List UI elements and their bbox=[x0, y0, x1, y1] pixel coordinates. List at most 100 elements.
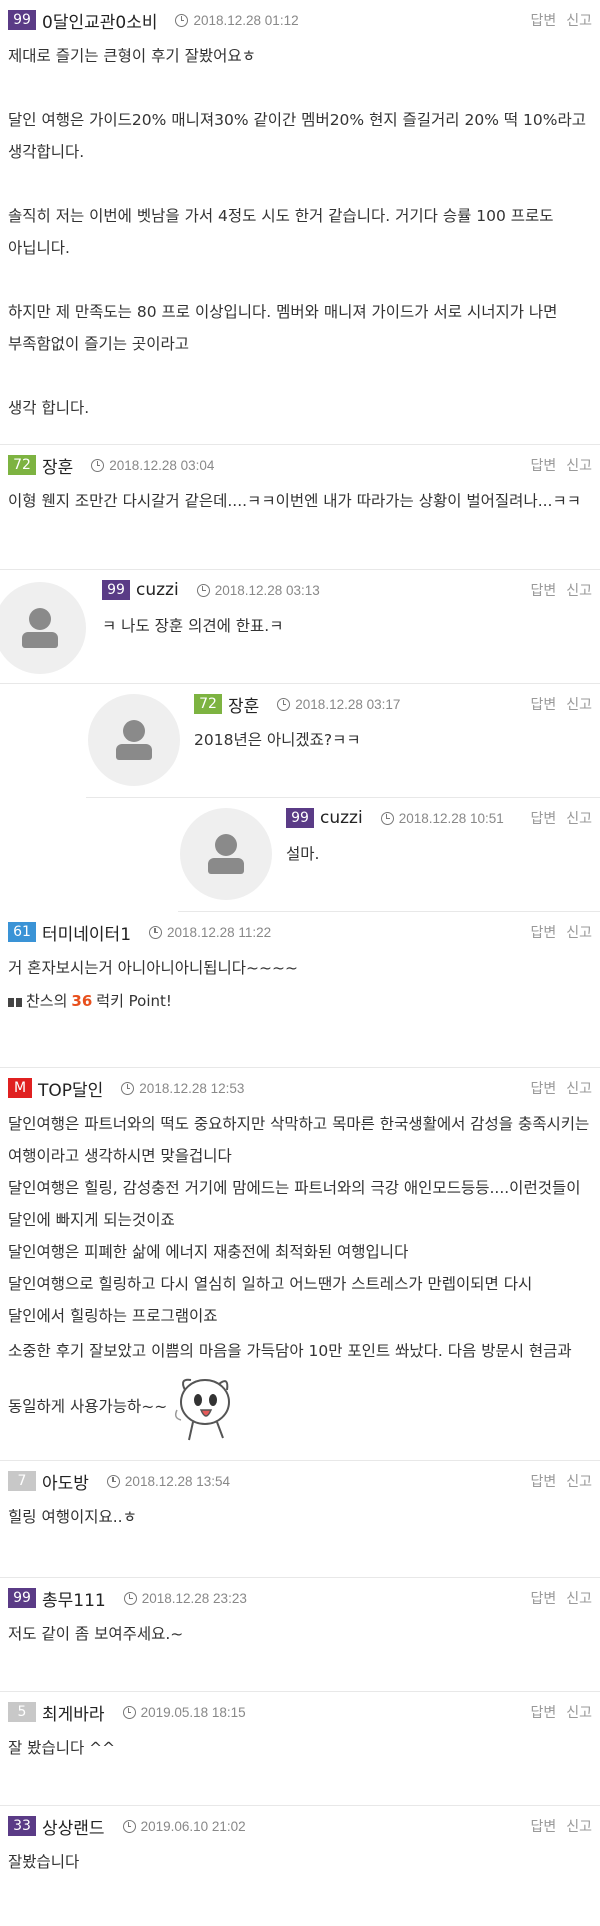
clock-icon bbox=[123, 1591, 137, 1605]
gift-icon bbox=[8, 994, 22, 1007]
clock-icon bbox=[122, 1819, 136, 1833]
author-name[interactable]: TOP달인 bbox=[38, 1076, 103, 1101]
comment-line: 달인여행은 힐링, 감성충전 거기에 맘에드는 파트너와의 극강 애인모드등등.… bbox=[8, 1179, 581, 1229]
comment: 5 최게바라 2019.05.18 18:15 답변 신고 잘 봤습니다 ^^ bbox=[0, 1692, 600, 1806]
manager-badge: M bbox=[8, 1078, 32, 1098]
report-button[interactable]: 신고 bbox=[566, 1588, 592, 1608]
comment-line: 소중한 후기 잘보았고 이쁨의 마음을 가득담아 10만 포인트 쏴났다. 다음… bbox=[8, 1332, 592, 1444]
report-button[interactable]: 신고 bbox=[566, 694, 592, 714]
reply-button[interactable]: 답변 bbox=[530, 808, 556, 828]
comment-header: 72 장훈 2018.12.28 03:04 답변 신고 bbox=[0, 445, 600, 485]
author-name[interactable]: 터미네이터1 bbox=[42, 920, 131, 945]
clock-icon bbox=[91, 458, 105, 472]
reply-button[interactable]: 답변 bbox=[530, 580, 556, 600]
reply-button[interactable]: 답변 bbox=[530, 455, 556, 475]
author-name[interactable]: 장훈 bbox=[42, 453, 73, 478]
reply-button[interactable]: 답변 bbox=[530, 1471, 556, 1491]
level-badge: 99 bbox=[102, 580, 130, 600]
comment-date: 2019.06.10 21:02 bbox=[140, 1818, 246, 1834]
report-button[interactable]: 신고 bbox=[566, 1702, 592, 1722]
comment-date: 2018.12.28 01:12 bbox=[193, 12, 299, 28]
level-badge: 99 bbox=[8, 1588, 36, 1608]
report-button[interactable]: 신고 bbox=[566, 10, 592, 30]
comment-body: 이형 웬지 조만간 다시갈거 같은데....ㅋㅋ이번엔 내가 따라가는 상황이 … bbox=[8, 492, 582, 510]
clock-icon bbox=[277, 697, 291, 711]
comment: 99 0달인교관0소비 2018.12.28 01:12 답변 신고 제대로 즐… bbox=[0, 0, 600, 445]
level-badge: 72 bbox=[8, 455, 36, 475]
comment-date: 2018.12.28 23:23 bbox=[141, 1590, 247, 1606]
report-button[interactable]: 신고 bbox=[566, 455, 592, 475]
comment-header: 72 장훈 2018.12.28 03:17 답변 신고 bbox=[86, 684, 600, 724]
level-badge: 5 bbox=[8, 1702, 36, 1722]
author-name[interactable]: 총무111 bbox=[42, 1586, 106, 1611]
reply-button[interactable]: 답변 bbox=[530, 922, 556, 942]
clock-icon bbox=[175, 13, 189, 27]
comment-paragraph: 달인 여행은 가이드20% 매니져30% 같이간 멤버20% 현지 즐길거리 2… bbox=[8, 111, 587, 161]
author-name[interactable]: 0달인교관0소비 bbox=[42, 8, 157, 33]
comment-line: 달인여행은 파트너와의 떡도 중요하지만 삭막하고 목마른 한국생활에서 감성을… bbox=[8, 1115, 590, 1165]
comment: 61 터미네이터1 2018.12.28 11:22 답변 신고 거 혼자보시는… bbox=[0, 912, 600, 1068]
report-button[interactable]: 신고 bbox=[566, 580, 592, 600]
comment-paragraph: 제대로 즐기는 큰형이 후기 잘봤어요ㅎ bbox=[8, 47, 256, 65]
author-name[interactable]: 장훈 bbox=[228, 692, 259, 717]
cartoon-emoticon bbox=[175, 1378, 231, 1441]
comment-body: 달인여행은 파트너와의 떡도 중요하지만 삭막하고 목마른 한국생활에서 감성을… bbox=[0, 1108, 600, 1444]
comment-line: 달인여행은 피폐한 삶에 에너지 재충전에 최적화된 여행입니다 bbox=[8, 1243, 409, 1261]
comment: 33 상상랜드 2019.06.10 21:02 답변 신고 잘봤습니다 bbox=[0, 1806, 600, 1926]
author-name[interactable]: 최게바라 bbox=[42, 1700, 105, 1725]
author-name[interactable]: cuzzi bbox=[136, 580, 179, 600]
comment-header: 7 아도방 2018.12.28 13:54 답변 신고 bbox=[0, 1461, 600, 1501]
comment-body: 제대로 즐기는 큰형이 후기 잘봤어요ㅎ 달인 여행은 가이드20% 매니져30… bbox=[0, 40, 600, 424]
comment-body: 힐링 여행이지요..ㅎ bbox=[8, 1508, 137, 1526]
comment-header: 33 상상랜드 2019.06.10 21:02 답변 신고 bbox=[0, 1806, 600, 1846]
level-badge: 99 bbox=[286, 808, 314, 828]
clock-icon bbox=[121, 1081, 135, 1095]
level-badge: 99 bbox=[8, 10, 36, 30]
report-button[interactable]: 신고 bbox=[566, 1471, 592, 1491]
comment-header: 99 총무111 2018.12.28 23:23 답변 신고 bbox=[0, 1578, 600, 1618]
comment: 99 총무111 2018.12.28 23:23 답변 신고 저도 같이 좀 … bbox=[0, 1578, 600, 1692]
comment-body: 저도 같이 좀 보여주세요.~ bbox=[8, 1625, 184, 1643]
level-badge: 61 bbox=[8, 922, 36, 942]
reply-comment: 99 cuzzi 2018.12.28 10:51 답변 신고 설마. bbox=[178, 798, 600, 912]
clock-icon bbox=[196, 583, 210, 597]
comment-date: 2018.12.28 13:54 bbox=[124, 1473, 231, 1489]
comment-header: 99 cuzzi 2018.12.28 10:51 답변 신고 bbox=[178, 798, 600, 838]
comment-date: 2018.12.28 03:04 bbox=[109, 457, 215, 473]
report-button[interactable]: 신고 bbox=[566, 922, 592, 942]
comment-header: 5 최게바라 2019.05.18 18:15 답변 신고 bbox=[0, 1692, 600, 1732]
author-name[interactable]: 아도방 bbox=[42, 1469, 89, 1494]
comment-body: 잘봤습니다 bbox=[8, 1853, 80, 1871]
reply-comment: 72 장훈 2018.12.28 03:17 답변 신고 2018년은 아니겠죠… bbox=[86, 684, 600, 798]
report-button[interactable]: 신고 bbox=[566, 1816, 592, 1836]
comment: M TOP달인 2018.12.28 12:53 답변 신고 달인여행은 파트너… bbox=[0, 1068, 600, 1461]
report-button[interactable]: 신고 bbox=[566, 1078, 592, 1098]
author-name[interactable]: 상상랜드 bbox=[42, 1814, 105, 1839]
comment-date: 2018.12.28 11:22 bbox=[167, 924, 272, 940]
comment-paragraph: 솔직히 저는 이번에 벳남을 가서 4정도 시도 한거 같습니다. 거기다 승률… bbox=[8, 207, 554, 257]
lucky-prefix: 찬스의 bbox=[26, 992, 68, 1010]
reply-button[interactable]: 답변 bbox=[530, 1702, 556, 1722]
comment-date: 2018.12.28 03:17 bbox=[295, 696, 401, 712]
report-button[interactable]: 신고 bbox=[566, 808, 592, 828]
lucky-suffix: 럭키 Point! bbox=[96, 992, 172, 1010]
comment-date: 2019.05.18 18:15 bbox=[140, 1704, 246, 1720]
author-name[interactable]: cuzzi bbox=[320, 808, 363, 828]
comment-body: 거 혼자보시는거 아니아니아니됩니다~~~~ bbox=[8, 959, 298, 977]
comment-date: 2018.12.28 10:51 bbox=[398, 810, 504, 826]
reply-button[interactable]: 답변 bbox=[530, 1078, 556, 1098]
comment-paragraph: 하지만 제 만족도는 80 프로 이상입니다. 멤버와 매니져 가이드가 서로 … bbox=[8, 303, 558, 353]
comment-header: 99 cuzzi 2018.12.28 03:13 답변 신고 bbox=[0, 570, 600, 610]
reply-button[interactable]: 답변 bbox=[530, 1588, 556, 1608]
reply-button[interactable]: 답변 bbox=[530, 1816, 556, 1836]
reply-button[interactable]: 답변 bbox=[530, 10, 556, 30]
comment-header: M TOP달인 2018.12.28 12:53 답변 신고 bbox=[0, 1068, 600, 1108]
level-badge: 72 bbox=[194, 694, 222, 714]
comment: 72 장훈 2018.12.28 03:04 답변 신고 이형 웬지 조만간 다… bbox=[0, 445, 600, 570]
comment-body: ㅋ 나도 장훈 의견에 한표.ㅋ bbox=[102, 617, 284, 635]
comment-paragraph: 생각 합니다. bbox=[8, 399, 90, 417]
clock-icon bbox=[380, 811, 394, 825]
clock-icon bbox=[149, 925, 163, 939]
reply-button[interactable]: 답변 bbox=[530, 694, 556, 714]
clock-icon bbox=[106, 1474, 120, 1488]
